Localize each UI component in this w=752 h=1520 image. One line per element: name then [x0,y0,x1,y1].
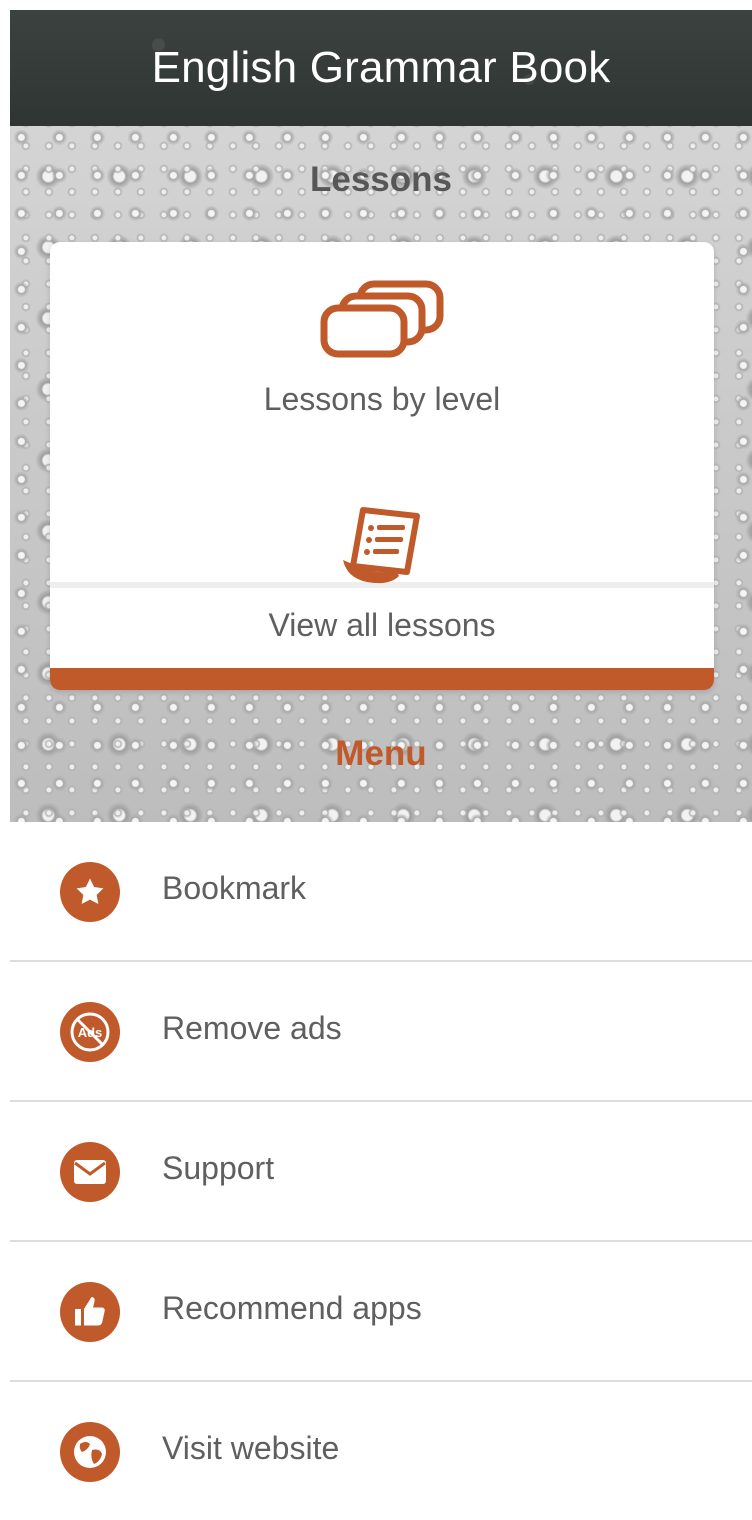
menu-item-label: Bookmark [162,870,307,906]
envelope-icon [60,1142,120,1202]
app-header: English Grammar Book [10,10,752,126]
app-title: English Grammar Book [151,43,611,92]
card-accent-bar [50,668,714,690]
view-all-lessons-label: View all lessons [268,607,496,643]
hero-background: Lessons Lessons by level View all lesson… [10,126,752,822]
menu-item-label: Recommend apps [162,1290,422,1326]
menu-item-bookmark[interactable]: Bookmark [10,822,752,962]
menu-item-support[interactable]: Support [10,1102,752,1242]
lessons-card: Lessons by level View all lessons [50,242,714,690]
lessons-by-level-button[interactable]: Lessons by level [50,278,714,418]
view-all-lessons-button[interactable]: View all lessons [50,502,714,644]
menu-item-recommend-apps[interactable]: Recommend apps [10,1242,752,1382]
star-icon [60,862,120,922]
menu-item-remove-ads[interactable]: Ads Remove ads [10,962,752,1102]
no-ads-icon: Ads [60,1002,120,1062]
menu-section-title: Menu [335,734,427,773]
lessons-section-title: Lessons [310,160,452,199]
globe-icon [60,1422,120,1482]
menu-item-label: Visit website [162,1430,340,1466]
document-list-icon [337,502,427,593]
menu-item-label: Support [162,1150,275,1186]
thumbs-up-icon [60,1282,120,1342]
lessons-by-level-label: Lessons by level [263,381,501,417]
menu-item-visit-website[interactable]: Visit website [10,1382,752,1520]
stacked-cards-icon [318,278,446,367]
menu-list: Bookmark Ads Remove ads Support Recommen… [10,822,752,1520]
menu-item-label: Remove ads [162,1010,342,1046]
